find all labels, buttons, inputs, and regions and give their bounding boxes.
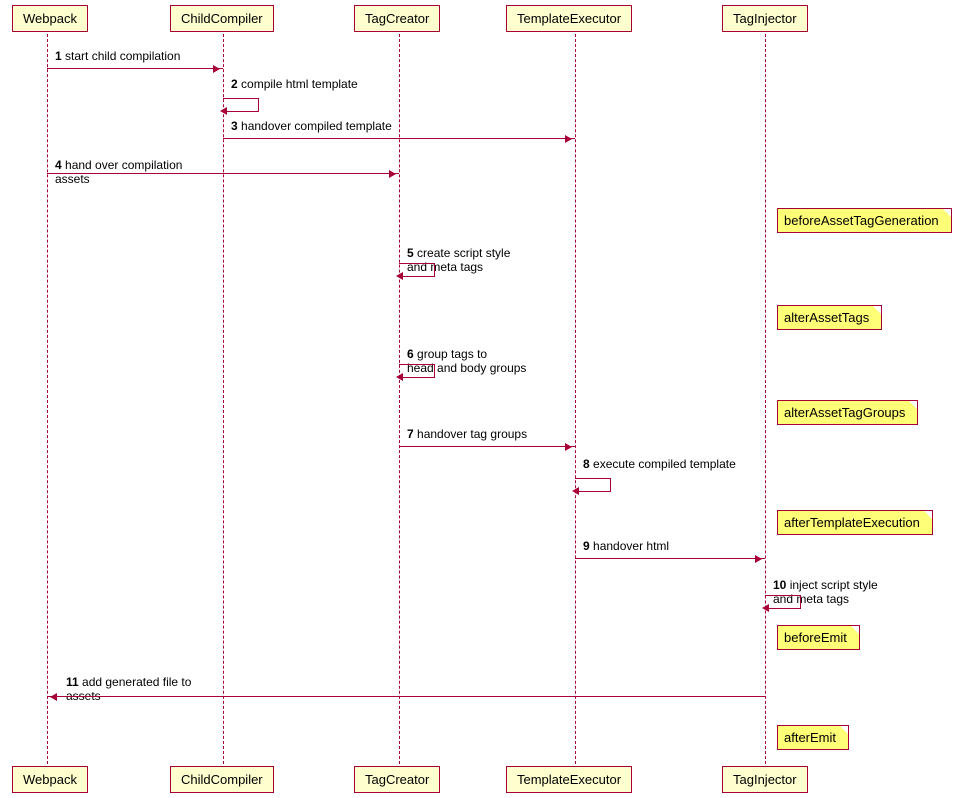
note: alterAssetTags (777, 305, 882, 330)
message-label: 1 start child compilation (55, 49, 180, 63)
message-arrow (47, 173, 399, 174)
message-label: 9 handover html (583, 539, 669, 553)
lifeline (765, 34, 766, 764)
message-arrow (575, 558, 765, 559)
actor-webpack-top: Webpack (12, 5, 88, 32)
note: alterAssetTagGroups (777, 400, 918, 425)
note: beforeAssetTagGeneration (777, 208, 952, 233)
lifeline (575, 34, 576, 764)
actor-templateexecutor-top: TemplateExecutor (506, 5, 632, 32)
message-label: 7 handover tag groups (407, 427, 527, 441)
actor-tagcreator-top: TagCreator (354, 5, 440, 32)
lifeline (399, 34, 400, 764)
self-message (399, 263, 435, 277)
self-message (575, 478, 611, 492)
actor-tagcreator-bot: TagCreator (354, 766, 440, 793)
message-arrow (223, 138, 575, 139)
note: afterEmit (777, 725, 849, 750)
lifeline (47, 34, 48, 764)
actor-webpack-bot: Webpack (12, 766, 88, 793)
message-label: 8 execute compiled template (583, 457, 736, 471)
self-message (765, 595, 801, 609)
message-label: 3 handover compiled template (231, 119, 392, 133)
self-message (223, 98, 259, 112)
note: beforeEmit (777, 625, 860, 650)
message-label: 2 compile html template (231, 77, 358, 91)
lifeline (223, 34, 224, 764)
actor-childcompiler-bot: ChildCompiler (170, 766, 274, 793)
message-label: 11 add generated file toassets (66, 675, 191, 704)
message-arrow (47, 68, 223, 69)
note: afterTemplateExecution (777, 510, 933, 535)
actor-taginjector-bot: TagInjector (722, 766, 808, 793)
self-message (399, 364, 435, 378)
sequence-diagram: Webpack ChildCompiler TagCreator Templat… (0, 0, 967, 798)
actor-templateexecutor-bot: TemplateExecutor (506, 766, 632, 793)
actor-taginjector-top: TagInjector (722, 5, 808, 32)
message-arrow (47, 696, 765, 697)
actor-childcompiler-top: ChildCompiler (170, 5, 274, 32)
message-arrow (399, 446, 575, 447)
